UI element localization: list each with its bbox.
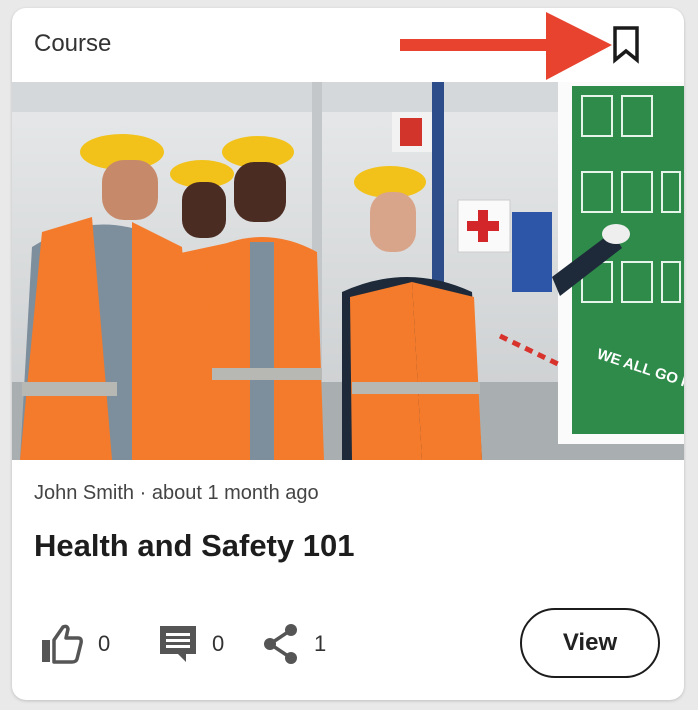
bookmark-icon xyxy=(613,26,639,64)
share-count: 1 xyxy=(314,631,327,656)
course-thumbnail-image[interactable]: WE ALL GO HOME SAFE. xyxy=(12,82,684,460)
course-title[interactable]: Health and Safety 101 xyxy=(34,528,354,564)
like-button[interactable]: 0 xyxy=(40,622,110,666)
author-name: John Smith xyxy=(34,482,135,504)
content-type-label: Course xyxy=(34,30,112,57)
comment-icon xyxy=(160,626,196,662)
engagement-actions: 0 0 1 xyxy=(40,622,360,666)
bookmark-button[interactable] xyxy=(608,24,644,64)
comment-count: 0 xyxy=(212,631,225,656)
share-icon xyxy=(264,624,297,664)
annotation-arrow-icon xyxy=(400,12,612,80)
course-card: Course John Smith · about 1 month ago He… xyxy=(12,8,684,700)
factory-safety-photo: WE ALL GO HOME SAFE. xyxy=(12,82,684,460)
comment-button[interactable]: 0 xyxy=(158,622,224,666)
post-time: about 1 month ago xyxy=(151,482,319,504)
card-header: Course xyxy=(12,8,684,82)
share-button[interactable]: 1 xyxy=(262,622,326,666)
view-button[interactable]: View xyxy=(520,608,660,678)
like-count: 0 xyxy=(98,631,111,656)
thumbs-up-icon xyxy=(42,624,83,664)
post-meta: John Smith · about 1 month ago xyxy=(34,482,319,505)
meta-separator: · xyxy=(134,482,152,504)
